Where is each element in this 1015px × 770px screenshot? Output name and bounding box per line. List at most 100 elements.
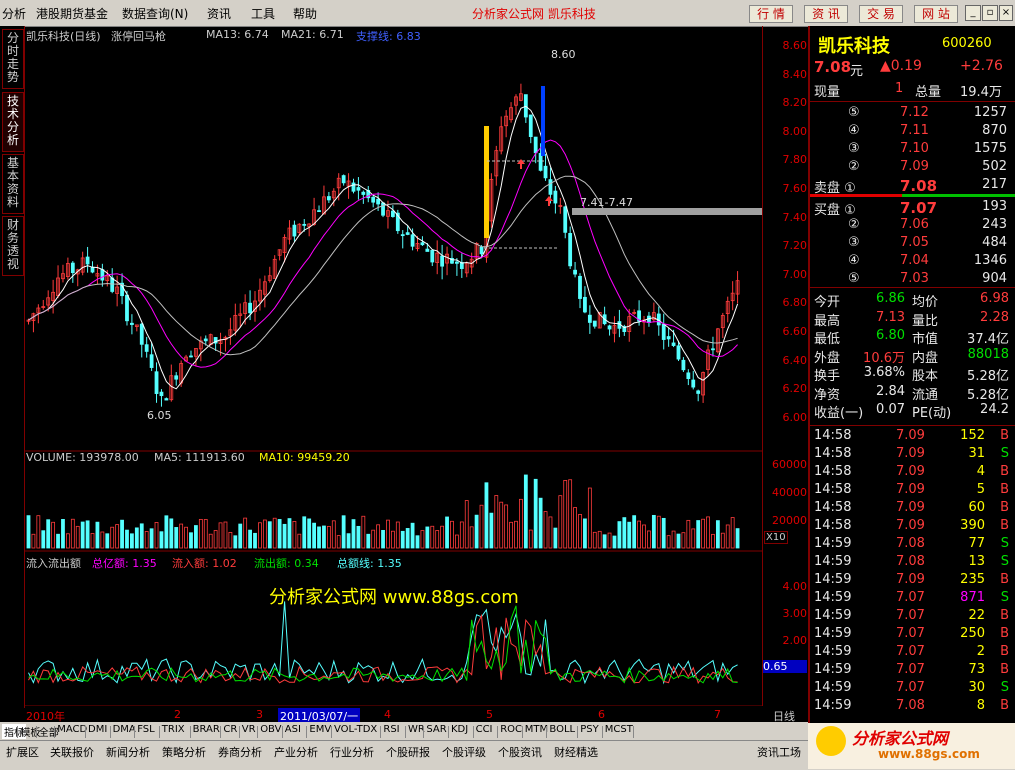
volume-bar	[331, 520, 336, 549]
volume-bar	[248, 529, 252, 549]
stat-value: 6.86	[876, 291, 905, 306]
menu-news[interactable]: 资讯	[207, 5, 231, 22]
candle-body	[100, 269, 105, 281]
restore-icon[interactable]: ▫	[982, 5, 998, 21]
indicator-tab[interactable]: OBV	[260, 724, 281, 735]
bottom-tab[interactable]: 关联报价	[50, 744, 94, 760]
quote-panel: 凯乐科技 600260 7.08 元 ▲0.19 +2.76 现量 1 总量 1…	[808, 26, 1015, 732]
moving-average-line	[28, 105, 739, 390]
tick-row: 14:59 7.07 73 B	[810, 662, 1015, 680]
indicator-tab[interactable]: SAR	[426, 724, 446, 735]
indicator-tab[interactable]: MCST	[605, 724, 633, 735]
support-zone	[572, 208, 762, 215]
indicator-tab[interactable]: WR	[408, 724, 425, 735]
indicator-tab[interactable]: MACD	[57, 724, 87, 735]
bottom-tab[interactable]: 个股评级	[442, 744, 486, 760]
indicator-tab[interactable]: BRAR	[193, 724, 220, 735]
indicator-tab[interactable]: KDJ	[451, 724, 468, 735]
volume-bar	[287, 518, 292, 549]
candle-body	[381, 202, 385, 216]
indicator-tab[interactable]: DMA	[113, 724, 136, 735]
menu-help[interactable]: 帮助	[293, 5, 317, 22]
trade-button[interactable]: 交 易	[859, 5, 903, 23]
indicator-tab[interactable]: CCI	[476, 724, 493, 735]
indicator-tab[interactable]: CR	[223, 724, 237, 735]
tab-fundamentals[interactable]: 基本资料	[2, 154, 24, 214]
tick-time: 14:59	[814, 698, 852, 713]
indicator-tab[interactable]: MTM	[525, 724, 548, 735]
menu-hk-futures[interactable]: 港股期货基金	[36, 5, 108, 22]
minimize-icon[interactable]: _	[965, 5, 981, 21]
tab-intraday[interactable]: 分时走势	[2, 29, 24, 89]
stat-value: 3.68%	[863, 365, 905, 380]
candle-body	[203, 338, 208, 342]
volume-bar	[376, 524, 381, 549]
news-button[interactable]: 资 讯	[804, 5, 848, 23]
website-button[interactable]: 网 站	[914, 5, 958, 23]
low-price-label: 6.05	[147, 409, 172, 422]
candle-body	[696, 390, 701, 394]
indicator-tab[interactable]: ASI	[285, 724, 301, 735]
indicator-tab[interactable]: EMV	[309, 724, 331, 735]
bottom-tab[interactable]: 财经精选	[554, 744, 598, 760]
volume-bar	[41, 530, 46, 549]
tick-time: 14:59	[814, 572, 852, 587]
bottom-tab[interactable]: 个股研报	[386, 744, 430, 760]
sell-level-row: ③ 7.10 1575	[810, 141, 1015, 159]
close-icon[interactable]: ×	[999, 5, 1013, 21]
indicator-tab[interactable]: BOLL	[549, 724, 575, 735]
candle-body	[70, 262, 75, 274]
indicator-tab[interactable]: 模板	[20, 724, 40, 739]
bottom-tab[interactable]: 券商分析	[218, 744, 262, 760]
candle-body	[125, 294, 129, 322]
sell-level-label: ②	[848, 159, 860, 174]
candle-body	[144, 344, 149, 352]
volume-bar	[351, 519, 356, 549]
menu-data-query[interactable]: 数据查询(N)	[122, 5, 188, 22]
chart-area[interactable]: 凯乐科技(日线) 涨停回马枪 MA13: 6.74 MA21: 6.71 支撑线…	[24, 26, 762, 724]
indicator-tab[interactable]: ROC	[500, 724, 522, 735]
bottom-tab[interactable]: 新闻分析	[106, 744, 150, 760]
bottom-tab[interactable]: 策略分析	[162, 744, 206, 760]
tick-side: S	[1000, 446, 1009, 461]
candle-body	[405, 232, 410, 235]
tick-side: S	[1000, 536, 1009, 551]
bottom-tab[interactable]: 产业分析	[274, 744, 318, 760]
volume-bar	[735, 528, 740, 549]
stat-label: 均价	[912, 295, 939, 310]
volume-bar	[514, 520, 518, 549]
indicator-tab[interactable]: PSY	[580, 724, 599, 735]
tab-financials[interactable]: 财务透视	[2, 216, 24, 276]
volume-bar	[51, 521, 56, 549]
indicator-tab[interactable]: VR	[242, 724, 256, 735]
logo-url: www.88gs.com	[878, 747, 980, 761]
bottom-tab[interactable]: 扩展区	[6, 744, 39, 760]
bottom-tab[interactable]: 资讯工场	[757, 744, 801, 760]
menu-tools[interactable]: 工具	[251, 5, 275, 22]
stock-code: 600260	[942, 36, 992, 51]
volume-bar	[445, 516, 449, 549]
tab-technical[interactable]: 技术分析	[2, 92, 24, 152]
quote-button[interactable]: 行 情	[749, 5, 793, 23]
indicator-tab[interactable]: FSL	[137, 724, 155, 735]
volume-bar	[430, 525, 435, 549]
volume-bar	[366, 533, 371, 549]
stat-value: 0.07	[876, 402, 905, 417]
indicator-tab[interactable]: RSI	[383, 724, 399, 735]
stat-row: 净资 2.84 流通 5.28亿	[810, 384, 1015, 403]
bottom-tab[interactable]: 个股资讯	[498, 744, 542, 760]
stat-label: 市值	[912, 332, 939, 347]
indicator-tab[interactable]: DMI	[88, 724, 107, 735]
menu-analysis[interactable]: 分析	[2, 5, 26, 22]
indicator-tab[interactable]: TRIX	[162, 724, 185, 735]
stat-value: 10.6万	[863, 350, 905, 366]
indicator-tab[interactable]: VOL-TDX	[334, 724, 377, 735]
tick-volume: 60	[968, 500, 985, 515]
flow-current-value: 0.65	[763, 660, 807, 673]
indicator-tab[interactable]: 全部	[39, 724, 59, 739]
sell-level-label: ④	[848, 123, 860, 138]
bottom-tab[interactable]: 行业分析	[330, 744, 374, 760]
volume-bar	[395, 521, 400, 549]
tick-volume: 73	[968, 662, 985, 677]
flow-tick: 3.00	[782, 607, 808, 620]
